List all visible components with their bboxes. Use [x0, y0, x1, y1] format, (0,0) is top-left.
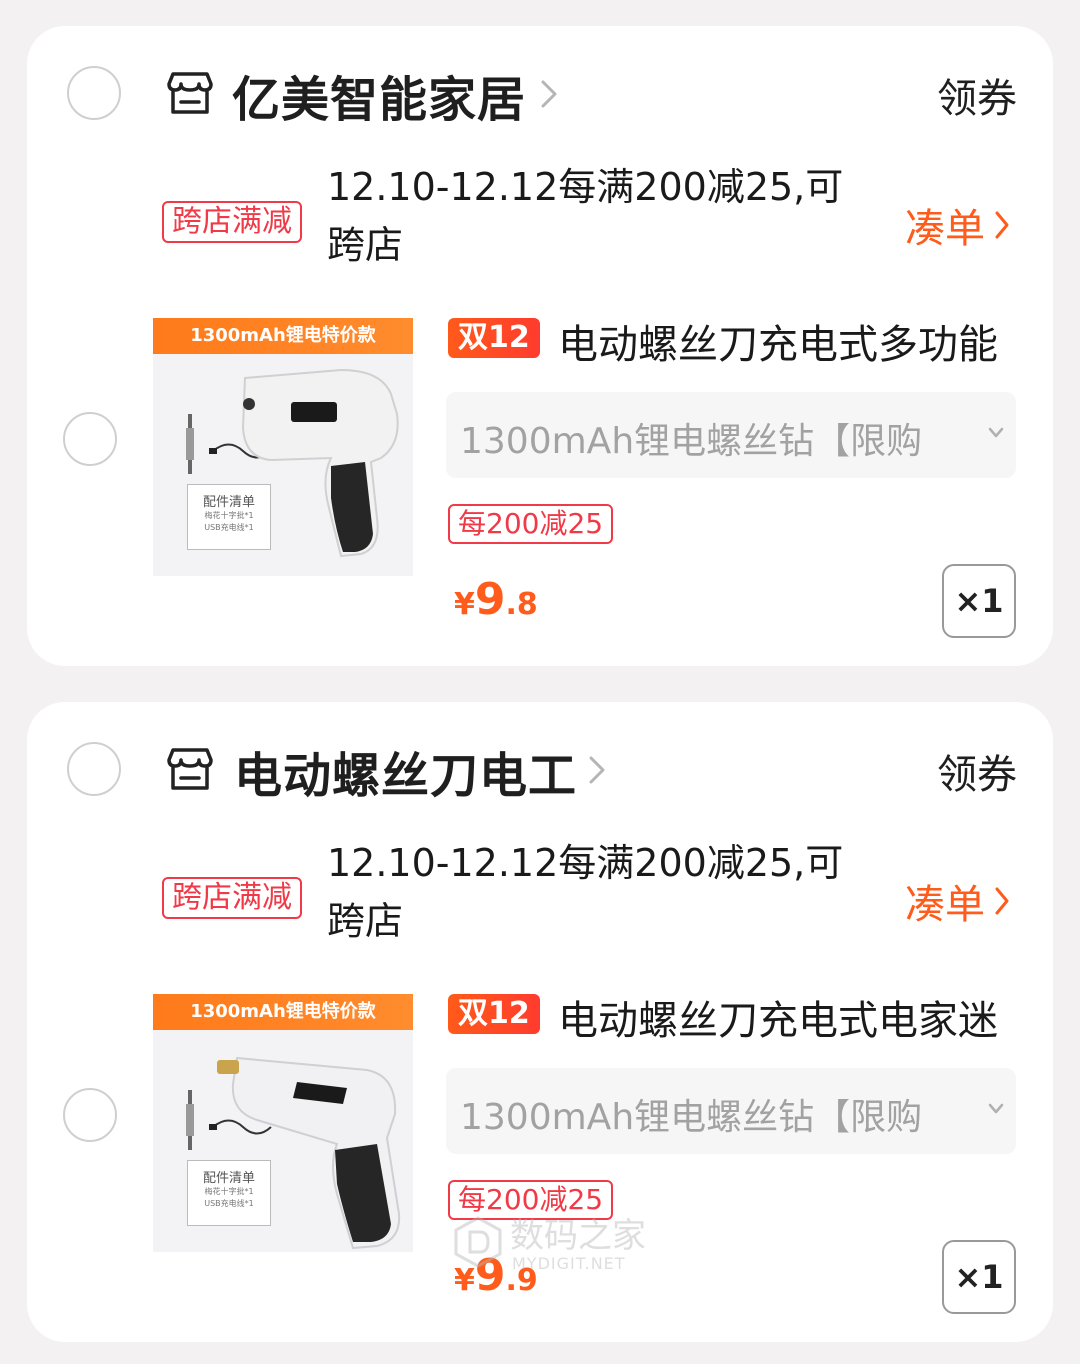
- image-banner: 1300mAh锂电特价款: [153, 318, 413, 354]
- product-image[interactable]: 1300mAh锂电特价款 配件清单 梅花十字批*1 USB充电线*1: [153, 318, 413, 576]
- price-currency: ¥: [454, 1263, 475, 1298]
- store-icon: [167, 748, 213, 790]
- item-select-radio[interactable]: [63, 1088, 117, 1142]
- store-card: 电动螺丝刀电工 领券 跨店满减 12.10-12.12每满200减25,可跨店 …: [27, 702, 1053, 1342]
- chevron-down-icon: [988, 427, 1004, 438]
- store-select-radio[interactable]: [67, 66, 121, 120]
- price-decimal: .9: [505, 1263, 538, 1298]
- accessory-line: USB充电线*1: [204, 523, 254, 532]
- sku-selector[interactable]: 1300mAh锂电螺丝钻【限购: [446, 1068, 1016, 1154]
- item-select-radio[interactable]: [63, 412, 117, 466]
- get-coupon-link[interactable]: 领券: [937, 66, 1017, 124]
- chevron-right-icon: [541, 80, 557, 108]
- product-title[interactable]: 电动螺丝刀充电式多功能: [558, 312, 998, 370]
- item-price: ¥9.9: [454, 1250, 538, 1301]
- accessory-list-title: 配件清单: [202, 1171, 255, 1186]
- sku-selector[interactable]: 1300mAh锂电螺丝钻【限购: [446, 392, 1016, 478]
- store-name[interactable]: 亿美智能家居: [232, 60, 526, 130]
- product-title[interactable]: 电动螺丝刀充电式电家迷: [558, 988, 998, 1046]
- accessory-line: 梅花十字批*1: [204, 1187, 254, 1196]
- add-more-items-label: 凑单: [905, 882, 985, 928]
- screwdriver-bit-icon: [186, 1090, 194, 1150]
- accessory-list-box: 配件清单 梅花十字批*1 USB充电线*1: [187, 1160, 271, 1226]
- add-more-items-link[interactable]: 凑单: [905, 872, 1011, 930]
- chevron-right-icon: [589, 756, 605, 784]
- image-banner: 1300mAh锂电特价款: [153, 994, 413, 1030]
- accessory-line: USB充电线*1: [204, 1199, 254, 1208]
- accessory-list-title: 配件清单: [202, 495, 255, 510]
- cross-store-discount-badge: 跨店满减: [162, 877, 302, 919]
- get-coupon-link[interactable]: 领券: [937, 742, 1017, 800]
- chevron-right-icon: [995, 211, 1009, 239]
- chevron-down-icon: [988, 1103, 1004, 1114]
- discount-tag: 每200减25: [448, 1180, 614, 1220]
- item-price: ¥9.8: [454, 574, 538, 625]
- cross-store-discount-badge: 跨店满减: [162, 201, 302, 243]
- price-integer: 9: [474, 574, 506, 625]
- add-more-items-link[interactable]: 凑单: [905, 196, 1011, 254]
- price-currency: ¥: [454, 587, 475, 622]
- promo-description: 12.10-12.12每满200减25,可跨店: [327, 841, 844, 943]
- sku-label: 1300mAh锂电螺丝钻【限购: [460, 1097, 923, 1138]
- store-card: 亿美智能家居 领券 跨店满减 12.10-12.12每满200减25,可跨店 凑…: [27, 26, 1053, 666]
- double12-tag: 双12: [448, 318, 540, 358]
- chevron-right-icon: [995, 887, 1009, 915]
- price-integer: 9: [474, 1250, 506, 1301]
- accessory-line: 梅花十字批*1: [204, 511, 254, 520]
- promo-description: 12.10-12.12每满200减25,可跨店: [327, 165, 844, 267]
- discount-tag: 每200减25: [448, 504, 614, 544]
- store-icon: [167, 72, 213, 114]
- price-decimal: .8: [505, 587, 538, 622]
- add-more-items-label: 凑单: [905, 206, 985, 252]
- sku-label: 1300mAh锂电螺丝钻【限购: [460, 421, 923, 462]
- product-image[interactable]: 1300mAh锂电特价款 配件清单 梅花十字批*1 USB充电线*1: [153, 994, 413, 1252]
- store-select-radio[interactable]: [67, 742, 121, 796]
- accessory-list-box: 配件清单 梅花十字批*1 USB充电线*1: [187, 484, 271, 550]
- screwdriver-bit-icon: [186, 414, 194, 474]
- quantity-stepper[interactable]: ×1: [942, 564, 1016, 638]
- quantity-stepper[interactable]: ×1: [942, 1240, 1016, 1314]
- store-name[interactable]: 电动螺丝刀电工: [234, 736, 577, 806]
- double12-tag: 双12: [448, 994, 540, 1034]
